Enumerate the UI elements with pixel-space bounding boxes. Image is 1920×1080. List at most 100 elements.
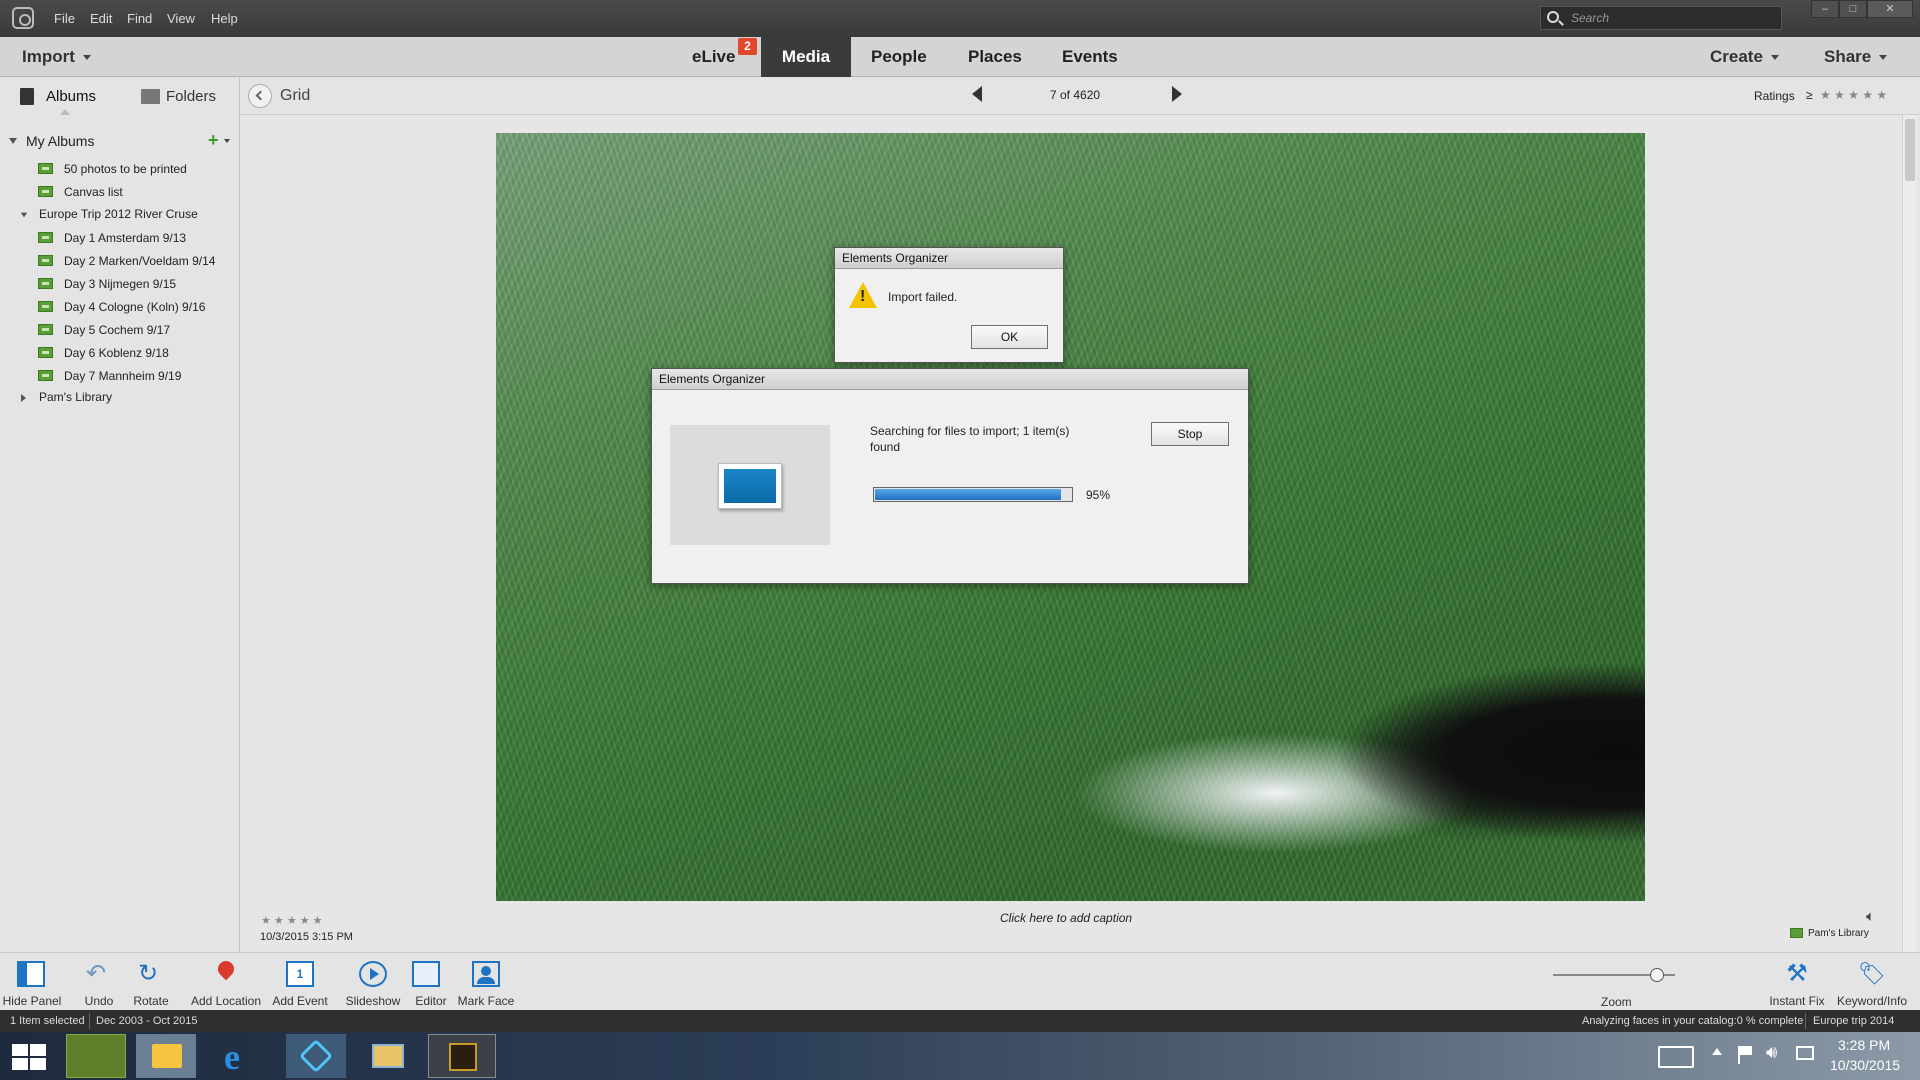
tab-events[interactable]: Events xyxy=(1042,37,1138,77)
back-button[interactable] xyxy=(248,84,272,108)
caption-field[interactable]: Click here to add caption xyxy=(1000,911,1132,925)
progress-message: Searching for files to import; 1 item(s)… xyxy=(870,424,1070,454)
instant-fix-label: Instant Fix xyxy=(1769,994,1825,1008)
ratings-operator[interactable]: ≥ xyxy=(1806,88,1813,102)
album-label: Day 3 Nijmegen 9/15 xyxy=(64,277,177,291)
calendar-icon: 1 xyxy=(286,961,314,987)
album-icon xyxy=(38,186,53,197)
tab-folders[interactable]: Folders xyxy=(166,88,216,105)
import-label: Import xyxy=(22,47,75,66)
expand-arrow-icon[interactable] xyxy=(21,394,26,402)
add-location-button[interactable]: Add Location xyxy=(186,953,266,1011)
taskbar-file-explorer[interactable] xyxy=(136,1034,196,1078)
progress-dialog-title: Elements Organizer xyxy=(652,369,1248,390)
my-albums-title: My Albums xyxy=(26,133,95,149)
import-button[interactable]: Import xyxy=(22,47,91,67)
stop-button[interactable]: Stop xyxy=(1151,422,1229,446)
album-group-europe[interactable]: Europe Trip 2012 River Cruse xyxy=(39,207,198,221)
chevron-down-icon xyxy=(1879,55,1888,61)
ratings-filter-stars[interactable]: ★ ★ ★ ★ ★ xyxy=(1820,88,1887,102)
search-input[interactable] xyxy=(1571,10,1771,26)
close-button[interactable]: ✕ xyxy=(1867,0,1913,18)
undo-icon: ↶ xyxy=(85,960,107,987)
album-label: Canvas list xyxy=(64,185,123,199)
taskbar-photoshop-elements[interactable] xyxy=(428,1034,496,1078)
vertical-scrollbar[interactable] xyxy=(1902,115,1916,952)
album-book-icon xyxy=(20,88,34,105)
chevron-down-icon xyxy=(1770,55,1779,61)
undo-button[interactable]: ↶ Undo xyxy=(72,953,126,1011)
search-box xyxy=(1540,6,1782,30)
taskbar-organizer[interactable] xyxy=(286,1034,346,1078)
tab-places[interactable]: Places xyxy=(948,37,1042,77)
rotate-button[interactable]: ↻ Rotate xyxy=(126,953,176,1011)
create-label: Create xyxy=(1710,47,1763,66)
photo-counter: 7 of 4620 xyxy=(1050,88,1101,102)
grid-label[interactable]: Grid xyxy=(280,87,310,105)
collapse-arrow-icon[interactable] xyxy=(9,138,17,144)
album-label: Day 5 Cochem 9/17 xyxy=(64,323,171,337)
menu-edit[interactable]: Edit xyxy=(90,11,112,26)
menu-help[interactable]: Help xyxy=(211,11,238,26)
zoom-slider-thumb[interactable] xyxy=(1650,968,1664,982)
clock-time[interactable]: 3:28 PM xyxy=(1838,1037,1890,1053)
share-label: Share xyxy=(1824,47,1872,66)
hide-panel-button[interactable]: Hide Panel xyxy=(0,953,64,1011)
create-button[interactable]: Create xyxy=(1710,47,1779,67)
next-arrow-icon[interactable] xyxy=(1172,86,1182,102)
ok-button[interactable]: OK xyxy=(971,325,1048,349)
editor-button[interactable]: Editor xyxy=(408,953,454,1011)
keyword-info-button[interactable]: 🏷︎ Keyword/Info xyxy=(1834,953,1910,1011)
share-button[interactable]: Share xyxy=(1824,47,1888,67)
tab-media[interactable]: Media xyxy=(761,37,851,77)
scroll-thumb[interactable] xyxy=(1905,119,1915,181)
taskbar-internet-explorer[interactable]: e xyxy=(214,1034,274,1078)
menu-view[interactable]: View xyxy=(167,11,195,26)
windows-taskbar: e 🔊︎ 3:28 PM 10/30/2015 xyxy=(0,1032,1920,1080)
add-album-icon[interactable]: + xyxy=(208,130,219,151)
taskbar-app-elements[interactable] xyxy=(66,1034,126,1078)
bottom-toolbar: Hide Panel ↶ Undo ↻ Rotate Add Location … xyxy=(0,952,1920,1010)
slideshow-button[interactable]: Slideshow xyxy=(342,953,404,1011)
chevron-up-icon[interactable] xyxy=(1712,1048,1722,1055)
menu-file[interactable]: File xyxy=(54,11,75,26)
rotate-label: Rotate xyxy=(133,994,169,1008)
taskbar-photos[interactable] xyxy=(358,1034,418,1078)
collapse-arrow-icon[interactable] xyxy=(20,212,28,218)
album-group-pams-library[interactable]: Pam's Library xyxy=(39,390,112,404)
minimize-button[interactable]: – xyxy=(1811,0,1839,18)
undo-label: Undo xyxy=(84,994,114,1008)
tab-people[interactable]: People xyxy=(851,37,947,77)
album-icon xyxy=(38,370,53,381)
alert-dialog: Elements Organizer Import failed. OK xyxy=(834,247,1064,363)
instant-fix-button[interactable]: ⚒ Instant Fix xyxy=(1766,953,1828,1011)
slideshow-label: Slideshow xyxy=(345,994,401,1008)
date-range-status: Dec 2003 - Oct 2015 xyxy=(96,1015,198,1027)
speaker-icon[interactable]: 🔈︎ xyxy=(1866,908,1875,925)
left-panel-tabs: Albums Folders xyxy=(0,77,240,115)
flag-icon[interactable] xyxy=(1738,1046,1752,1064)
tag-icon: 🏷︎ xyxy=(1858,961,1886,986)
volume-icon[interactable]: 🔊︎ xyxy=(1766,1042,1777,1063)
keyboard-icon[interactable] xyxy=(1658,1046,1694,1068)
windows-start-icon[interactable] xyxy=(12,1044,48,1070)
clock-date[interactable]: 10/30/2015 xyxy=(1830,1057,1900,1073)
menu-find[interactable]: Find xyxy=(127,11,152,26)
add-event-button[interactable]: 1 Add Event xyxy=(268,953,332,1011)
face-icon xyxy=(472,961,500,987)
photo-album-label: Pam's Library xyxy=(1808,928,1869,939)
editor-label: Editor xyxy=(415,994,447,1008)
network-icon[interactable] xyxy=(1796,1046,1814,1060)
maximize-button[interactable]: □ xyxy=(1839,0,1867,18)
search-icon[interactable] xyxy=(1547,11,1559,23)
tab-albums[interactable]: Albums xyxy=(46,88,96,105)
mark-face-button[interactable]: Mark Face xyxy=(456,953,516,1011)
album-icon xyxy=(1790,928,1803,938)
chevron-down-icon[interactable] xyxy=(224,139,230,143)
previous-arrow-icon[interactable] xyxy=(972,86,982,102)
sub-toolbar: Grid 7 of 4620 Ratings ≥ ★ ★ ★ ★ ★ xyxy=(0,77,1920,115)
editor-icon xyxy=(412,961,440,987)
folder-icon xyxy=(141,89,160,104)
photo-rating-stars[interactable]: ★ ★ ★ ★ ★ xyxy=(261,914,323,927)
wand-icon: ⚒ xyxy=(1786,960,1808,987)
